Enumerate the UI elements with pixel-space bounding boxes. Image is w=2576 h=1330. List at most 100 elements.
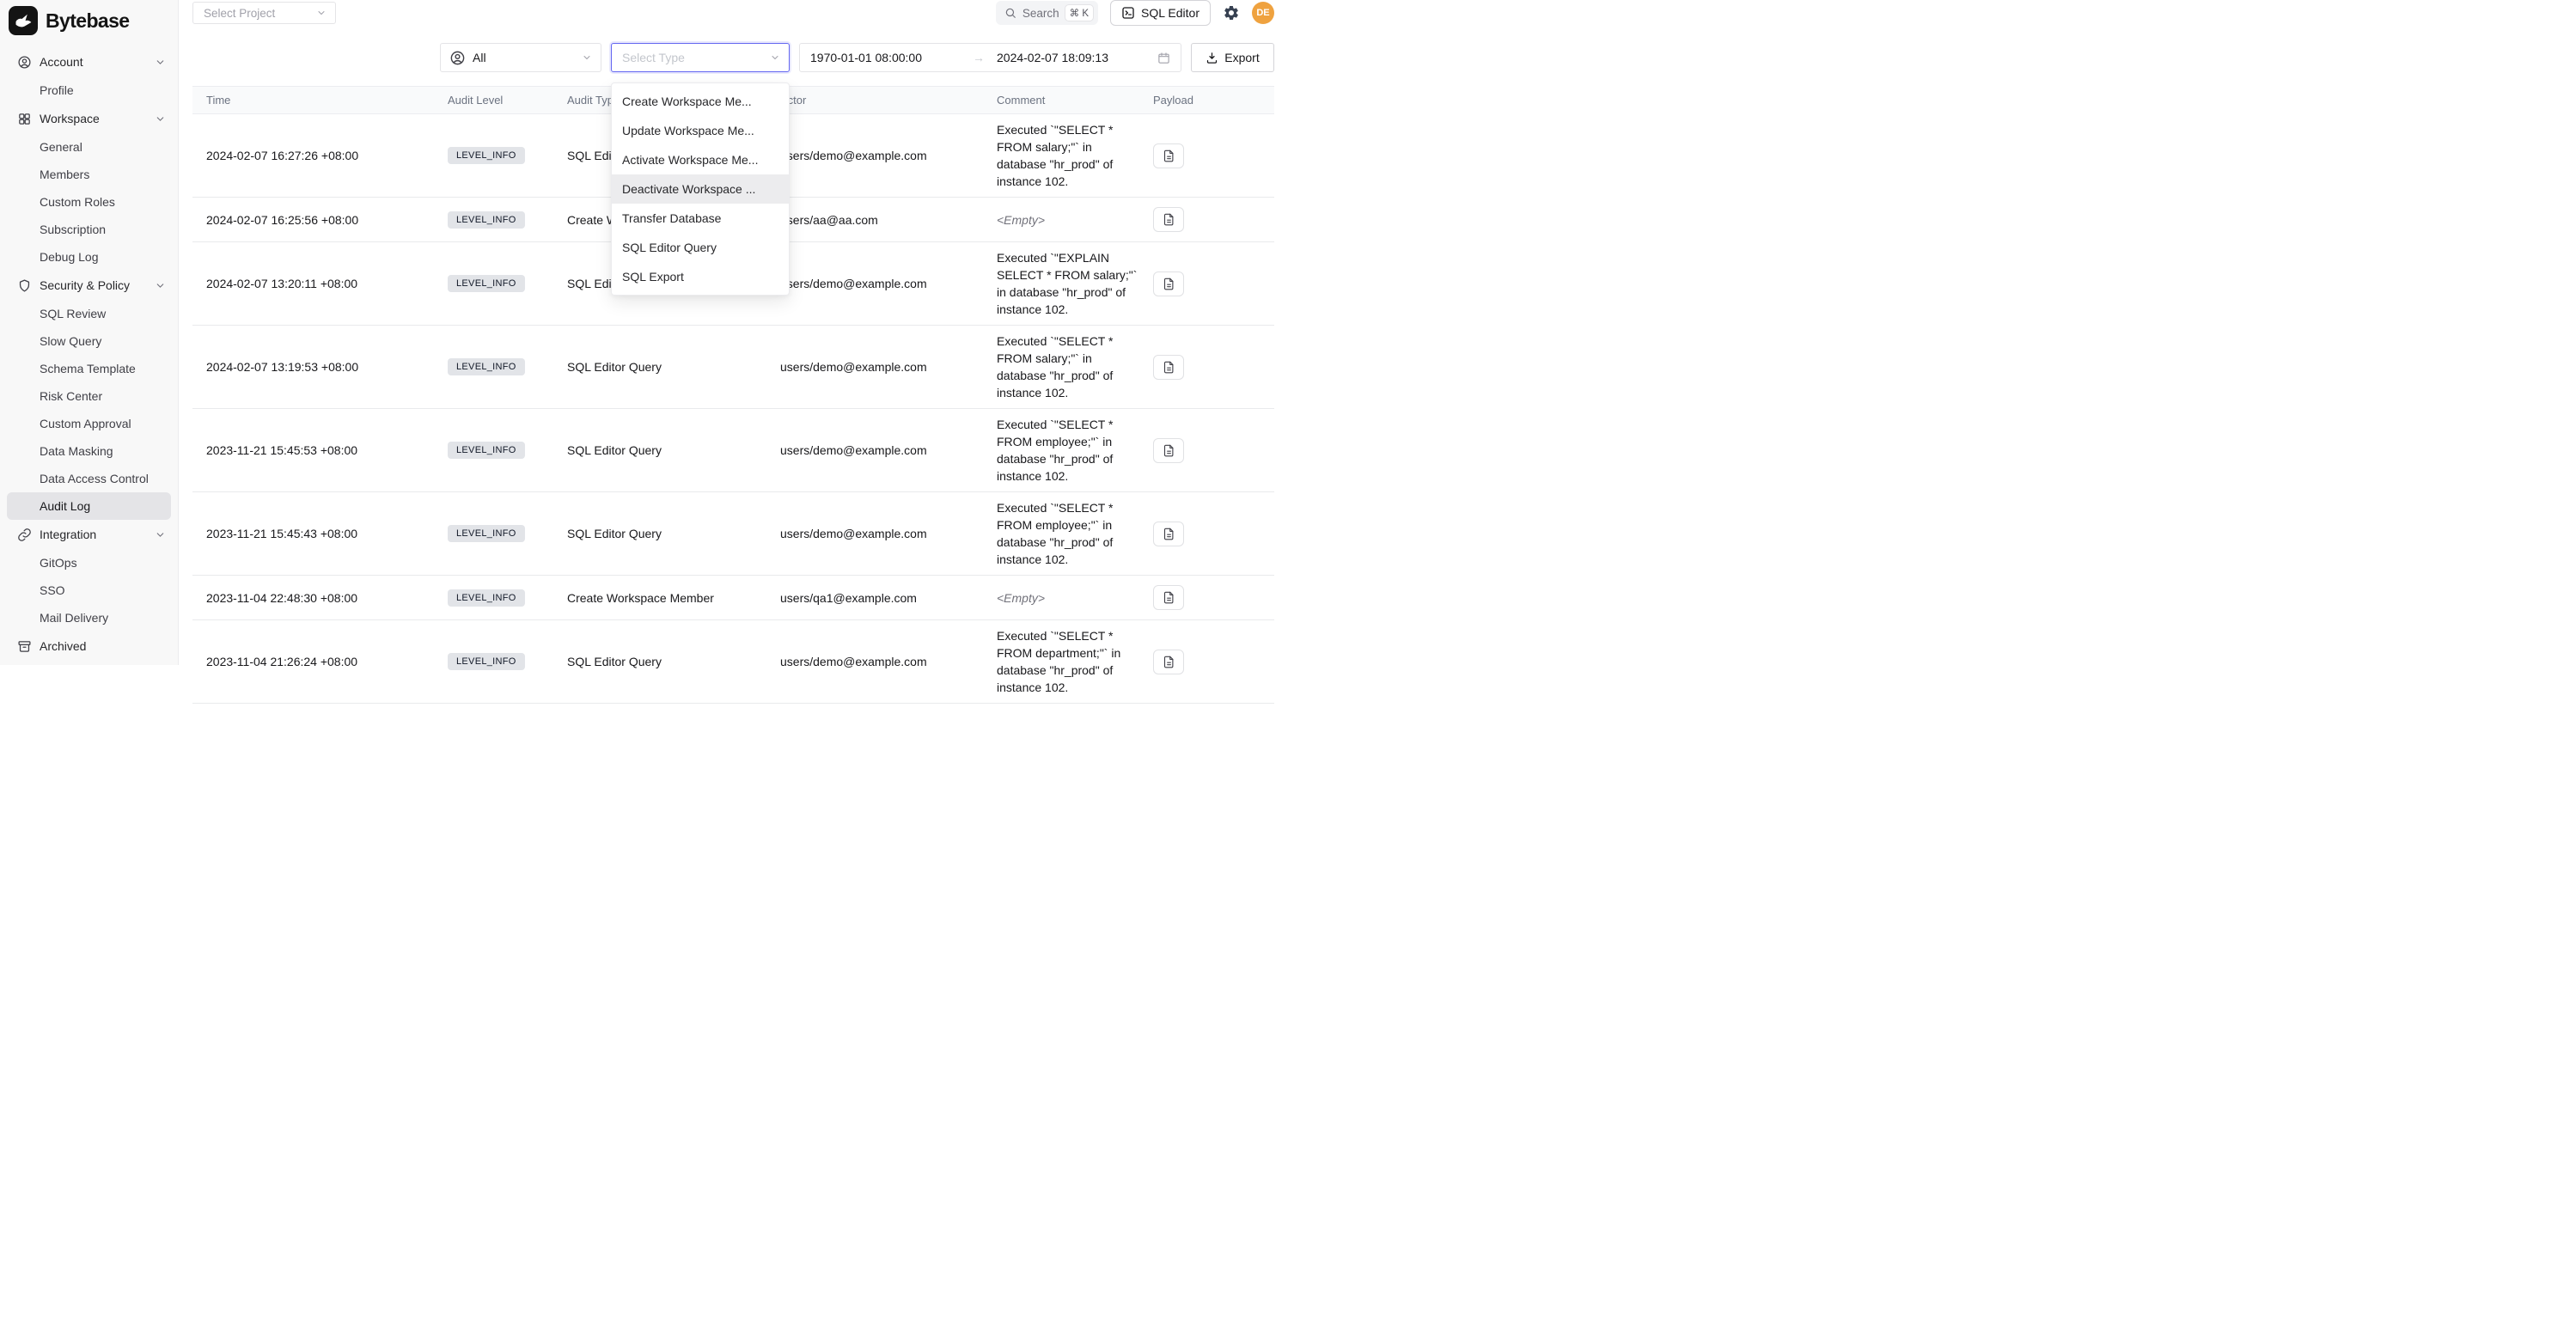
sidebar-item-label: SSO	[40, 583, 65, 597]
time-cell: 2023-11-04 21:26:24 +08:00	[192, 620, 448, 704]
actor-cell: users/demo@example.com	[780, 620, 997, 704]
date-range-picker[interactable]: 1970-01-01 08:00:00 → 2024-02-07 18:09:1…	[799, 43, 1181, 72]
file-text-icon	[1163, 213, 1175, 226]
comment-cell: <Empty>	[997, 198, 1153, 242]
dropdown-option[interactable]: Activate Workspace Me...	[612, 145, 789, 174]
sidebar-item[interactable]: Debug Log	[7, 243, 171, 271]
person-circle-icon	[449, 50, 466, 66]
actor-cell: users/demo@example.com	[780, 326, 997, 409]
file-text-icon	[1163, 361, 1175, 374]
dropdown-option-label: SQL Export	[622, 270, 684, 284]
payload-button[interactable]	[1153, 271, 1184, 296]
sidebar-item[interactable]: Profile	[7, 76, 171, 104]
sidebar-item[interactable]: Schema Template	[7, 355, 171, 382]
bytebase-logo-icon	[9, 6, 38, 35]
sidebar-item-label: General	[40, 140, 82, 154]
terminal-icon	[1121, 6, 1135, 20]
dropdown-option[interactable]: Update Workspace Me...	[612, 116, 789, 145]
sidebar-item[interactable]: Custom Roles	[7, 188, 171, 216]
col-comment: Comment	[997, 87, 1153, 114]
time-cell: 2024-02-07 13:20:11 +08:00	[192, 242, 448, 326]
payload-button[interactable]	[1153, 207, 1184, 232]
col-time: Time	[192, 87, 448, 114]
download-icon	[1206, 52, 1218, 64]
sidebar-item[interactable]: General	[7, 133, 171, 161]
actor-cell: users/demo@example.com	[780, 114, 997, 198]
date-from-value: 1970-01-01 08:00:00	[810, 51, 971, 64]
sql-editor-button[interactable]: SQL Editor	[1110, 0, 1211, 26]
search-button[interactable]: Search ⌘ K	[996, 1, 1098, 25]
chevron-down-icon	[316, 8, 327, 18]
topbar-right: Search ⌘ K SQL Editor DE	[996, 0, 1274, 26]
sidebar-item-label: Risk Center	[40, 389, 102, 403]
sidebar-item-label: Schema Template	[40, 362, 136, 375]
audit-level-badge: LEVEL_INFO	[448, 442, 525, 459]
calendar-icon	[1157, 52, 1170, 64]
dropdown-option-label: Update Workspace Me...	[622, 124, 754, 137]
sidebar-item[interactable]: Risk Center	[7, 382, 171, 410]
search-shortcut-badge: ⌘ K	[1065, 5, 1093, 21]
search-label: Search	[1022, 7, 1059, 20]
payload-button[interactable]	[1153, 143, 1184, 168]
sidebar-item[interactable]: Subscription	[7, 216, 171, 243]
payload-cell	[1153, 492, 1274, 576]
sidebar-item[interactable]: Members	[7, 161, 171, 188]
sidebar-item[interactable]: Audit Log	[7, 492, 171, 520]
actor-filter-select[interactable]: All	[440, 43, 601, 72]
project-select[interactable]: Select Project	[192, 2, 336, 24]
export-button[interactable]: Export	[1191, 43, 1274, 72]
dropdown-option[interactable]: SQL Export	[612, 262, 789, 291]
sidebar-item[interactable]: GitOps	[7, 549, 171, 577]
comment-cell: Executed `"SELECT * FROM department;"` i…	[997, 620, 1153, 704]
dropdown-option[interactable]: SQL Editor Query	[612, 233, 789, 262]
user-avatar[interactable]: DE	[1252, 2, 1274, 24]
sidebar-item[interactable]: SQL Review	[7, 300, 171, 327]
sidebar-section-security[interactable]: Security & Policy	[0, 271, 178, 300]
audit-log-row: 2023-11-04 21:26:24 +08:00 LEVEL_INFO SQ…	[192, 620, 1274, 704]
payload-button[interactable]	[1153, 585, 1184, 610]
audit-level-badge: LEVEL_INFO	[448, 358, 525, 375]
audit-type-cell: SQL Editor Query	[567, 492, 780, 576]
sidebar-item[interactable]: Custom Approval	[7, 410, 171, 437]
sidebar-item[interactable]: Data Access Control	[7, 465, 171, 492]
comment-text: Executed `"SELECT * FROM salary;"` in da…	[997, 121, 1139, 190]
sidebar-section-account[interactable]: Account	[0, 47, 178, 76]
payload-button[interactable]	[1153, 438, 1184, 463]
sidebar-section-archived[interactable]: Archived	[0, 631, 178, 661]
sidebar-item[interactable]: Data Masking	[7, 437, 171, 465]
payload-button[interactable]	[1153, 522, 1184, 546]
sidebar-item-label: Profile	[40, 83, 74, 97]
comment-cell: <Empty>	[997, 576, 1153, 620]
dropdown-option[interactable]: Transfer Database	[612, 204, 789, 233]
audit-level-badge: LEVEL_INFO	[448, 211, 525, 229]
payload-button[interactable]	[1153, 650, 1184, 674]
audit-level-cell: LEVEL_INFO	[448, 409, 567, 492]
payload-cell	[1153, 198, 1274, 242]
brand-home-link[interactable]: Bytebase	[0, 0, 178, 41]
dropdown-option[interactable]: Create Workspace Me...	[612, 87, 789, 116]
payload-cell	[1153, 114, 1274, 198]
file-text-icon	[1163, 149, 1175, 162]
payload-cell	[1153, 409, 1274, 492]
actor-cell: users/aa@aa.com	[780, 198, 997, 242]
comment-text: Executed `"SELECT * FROM department;"` i…	[997, 627, 1139, 696]
sidebar-item[interactable]: Slow Query	[7, 327, 171, 355]
sidebar-item-label: Subscription	[40, 223, 106, 236]
actor-cell: users/demo@example.com	[780, 242, 997, 326]
file-text-icon	[1163, 591, 1175, 604]
audit-level-cell: LEVEL_INFO	[448, 198, 567, 242]
settings-gear-icon[interactable]	[1223, 4, 1240, 21]
audit-level-badge: LEVEL_INFO	[448, 275, 525, 292]
sidebar-section-integration[interactable]: Integration	[0, 520, 178, 549]
brand-name: Bytebase	[46, 9, 129, 33]
sidebar-item[interactable]: Mail Delivery	[7, 604, 171, 631]
payload-cell	[1153, 576, 1274, 620]
type-filter-select[interactable]: Select Type	[611, 43, 790, 72]
sidebar-item[interactable]: SSO	[7, 577, 171, 604]
integration-items: GitOps SSO Mail Delivery	[0, 549, 178, 631]
shield-icon	[17, 278, 32, 293]
sidebar-section-workspace[interactable]: Workspace	[0, 104, 178, 133]
dropdown-option[interactable]: Deactivate Workspace ...	[612, 174, 789, 204]
payload-button[interactable]	[1153, 355, 1184, 380]
section-label: Security & Policy	[40, 278, 147, 292]
